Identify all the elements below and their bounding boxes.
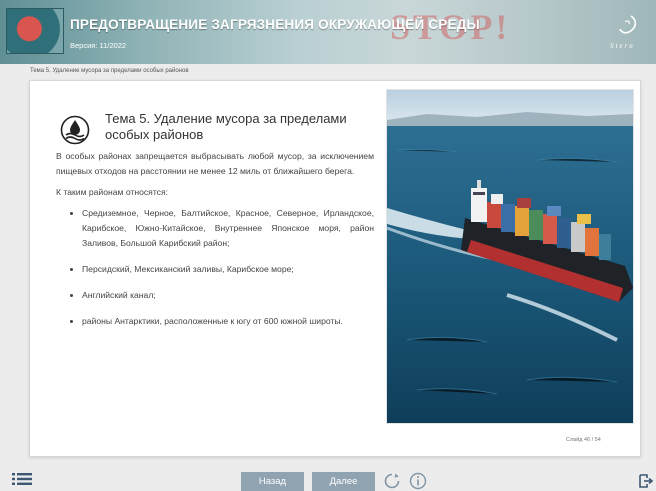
slide-counter: Слайд 46 / 54 — [566, 437, 601, 443]
slide-title: Тема 5. Удаление мусора за пределами осо… — [105, 111, 347, 142]
exit-icon[interactable] — [639, 474, 653, 488]
list-item: Английский канал; — [82, 288, 374, 303]
list-item: районы Антарктики, расположенные к югу о… — [82, 314, 374, 329]
paragraph-intro: В особых районах запрещается выбрасывать… — [56, 151, 374, 176]
container-ship-photo — [386, 89, 634, 424]
course-logo-image — [6, 8, 64, 54]
reload-icon[interactable] — [383, 472, 401, 490]
course-version: Версия: 11/2022 — [70, 41, 127, 50]
list-icon[interactable] — [12, 472, 32, 486]
paragraph-list-lead: К таким районам относятся: — [56, 187, 169, 197]
water-drop-icon — [60, 115, 90, 145]
list-item: Персидский, Мексиканский заливы, Карибск… — [82, 262, 374, 277]
brand-name: Stern — [610, 42, 635, 50]
special-areas-list: Средиземное, Черное, Балтийское, Красное… — [56, 206, 374, 329]
next-button[interactable]: Далее — [312, 472, 375, 491]
back-button[interactable]: Назад — [241, 472, 304, 491]
list-item: Средиземное, Черное, Балтийское, Красное… — [82, 206, 374, 251]
slide-content: В особых районах запрещается выбрасывать… — [56, 149, 374, 340]
brand-logo-icon — [619, 15, 637, 34]
slide-card: Тема 5. Удаление мусора за пределами осо… — [29, 80, 641, 457]
info-icon[interactable] — [409, 472, 427, 490]
course-title: ПРЕДОТВРАЩЕНИЕ ЗАГРЯЗНЕНИЯ ОКРУЖАЮЩЕЙ СР… — [70, 17, 480, 32]
breadcrumb: Тема 5. Удаление мусора за пределами осо… — [30, 68, 189, 74]
course-header: STOP! ПРЕДОТВРАЩЕНИЕ ЗАГРЯЗНЕНИЯ ОКРУЖАЮ… — [0, 0, 656, 64]
